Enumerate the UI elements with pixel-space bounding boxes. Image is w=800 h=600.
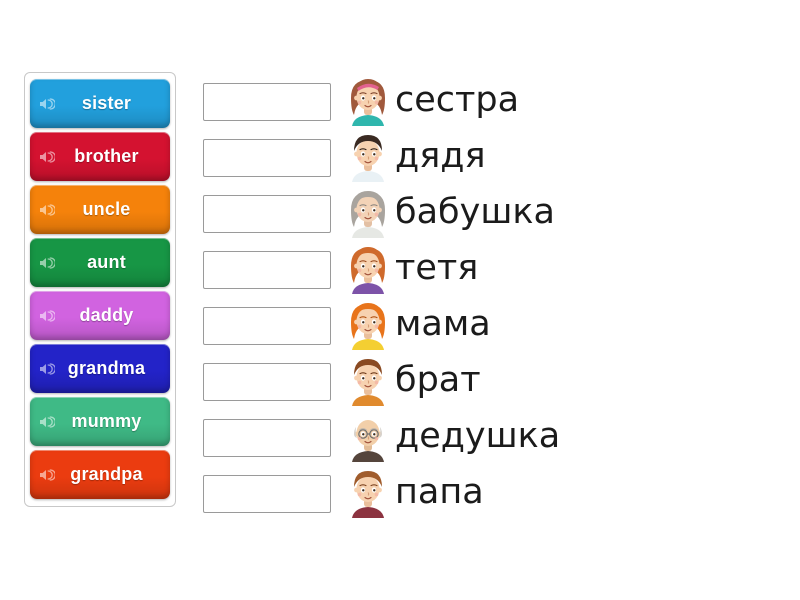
woman-auburn-hair-purple-shirt-avatar <box>351 247 385 294</box>
word-tile-grandma[interactable]: grandma <box>30 344 170 393</box>
prompt-row: дядя <box>345 128 560 184</box>
speaker-icon-button[interactable] <box>39 150 55 164</box>
word-bank-panel: sister brother uncle aunt daddy grandma mummy g… <box>24 72 176 507</box>
word-tile-grandpa[interactable]: grandpa <box>30 450 170 499</box>
word-tile-label: brother <box>74 146 139 166</box>
speaker-icon <box>40 309 55 322</box>
speaker-icon-button[interactable] <box>39 309 55 323</box>
word-tile-label: grandma <box>67 358 146 378</box>
prompt-word: брат <box>395 359 481 400</box>
word-tile-label: daddy <box>79 305 134 325</box>
speaker-icon <box>40 362 55 375</box>
speaker-icon-button[interactable] <box>39 256 55 270</box>
answer-input-5[interactable] <box>203 307 331 345</box>
answer-inputs-column <box>203 83 331 513</box>
boy-brown-hair-orange-shirt-avatar <box>352 359 384 406</box>
prompt-word: папа <box>395 471 484 512</box>
prompt-row: тетя <box>345 240 560 296</box>
woman-orange-hair-yellow-shirt-avatar <box>351 303 385 350</box>
prompt-word: мама <box>395 303 491 344</box>
speaker-icon <box>40 256 55 269</box>
man-brown-hair-maroon-shirt-avatar <box>352 471 384 518</box>
prompt-row: брат <box>345 352 560 408</box>
answer-input-8[interactable] <box>203 475 331 513</box>
speaker-icon <box>40 203 55 216</box>
prompt-column: сестра дядя бабушка тетя мама брат дедушка папа <box>345 72 560 520</box>
word-tile-label: grandpa <box>70 464 143 484</box>
speaker-icon-button[interactable] <box>39 97 55 111</box>
answer-input-4[interactable] <box>203 251 331 289</box>
speaker-icon <box>40 97 55 110</box>
word-tile-uncle[interactable]: uncle <box>30 185 170 234</box>
match-up-exercise: sister brother uncle aunt daddy grandma mummy g… <box>0 0 800 600</box>
prompt-word: дедушка <box>395 415 561 456</box>
word-tile-label: aunt <box>87 252 126 272</box>
prompt-word: сестра <box>395 79 520 120</box>
answer-input-2[interactable] <box>203 139 331 177</box>
elderly-woman-gray-hair-avatar <box>351 191 385 238</box>
word-tile-brother[interactable]: brother <box>30 132 170 181</box>
prompt-row: мама <box>345 296 560 352</box>
man-dark-hair-white-shirt-avatar <box>352 135 384 182</box>
speaker-icon <box>40 415 55 428</box>
word-tile-label: mummy <box>71 411 142 431</box>
elderly-man-glasses-bald-avatar <box>352 420 384 462</box>
word-tile-label: sister <box>81 93 132 113</box>
speaker-icon-button[interactable] <box>39 415 55 429</box>
answer-input-7[interactable] <box>203 419 331 457</box>
prompt-word: дядя <box>395 135 486 176</box>
word-tile-sister[interactable]: sister <box>30 79 170 128</box>
answer-input-6[interactable] <box>203 363 331 401</box>
word-tile-label: uncle <box>82 199 131 219</box>
word-tile-aunt[interactable]: aunt <box>30 238 170 287</box>
speaker-icon <box>40 150 55 163</box>
word-tile-mummy[interactable]: mummy <box>30 397 170 446</box>
prompt-row: сестра <box>345 72 560 128</box>
word-tile-daddy[interactable]: daddy <box>30 291 170 340</box>
prompt-row: дедушка <box>345 408 560 464</box>
prompt-row: бабушка <box>345 184 560 240</box>
answer-input-1[interactable] <box>203 83 331 121</box>
prompt-row: папа <box>345 464 560 520</box>
girl-brown-pink-hair-teal-shirt-avatar <box>351 79 385 126</box>
speaker-icon-button[interactable] <box>39 468 55 482</box>
speaker-icon-button[interactable] <box>39 203 55 217</box>
speaker-icon <box>40 468 55 481</box>
speaker-icon-button[interactable] <box>39 362 55 376</box>
prompt-word: бабушка <box>395 191 555 232</box>
answer-input-3[interactable] <box>203 195 331 233</box>
prompt-word: тетя <box>395 247 479 288</box>
